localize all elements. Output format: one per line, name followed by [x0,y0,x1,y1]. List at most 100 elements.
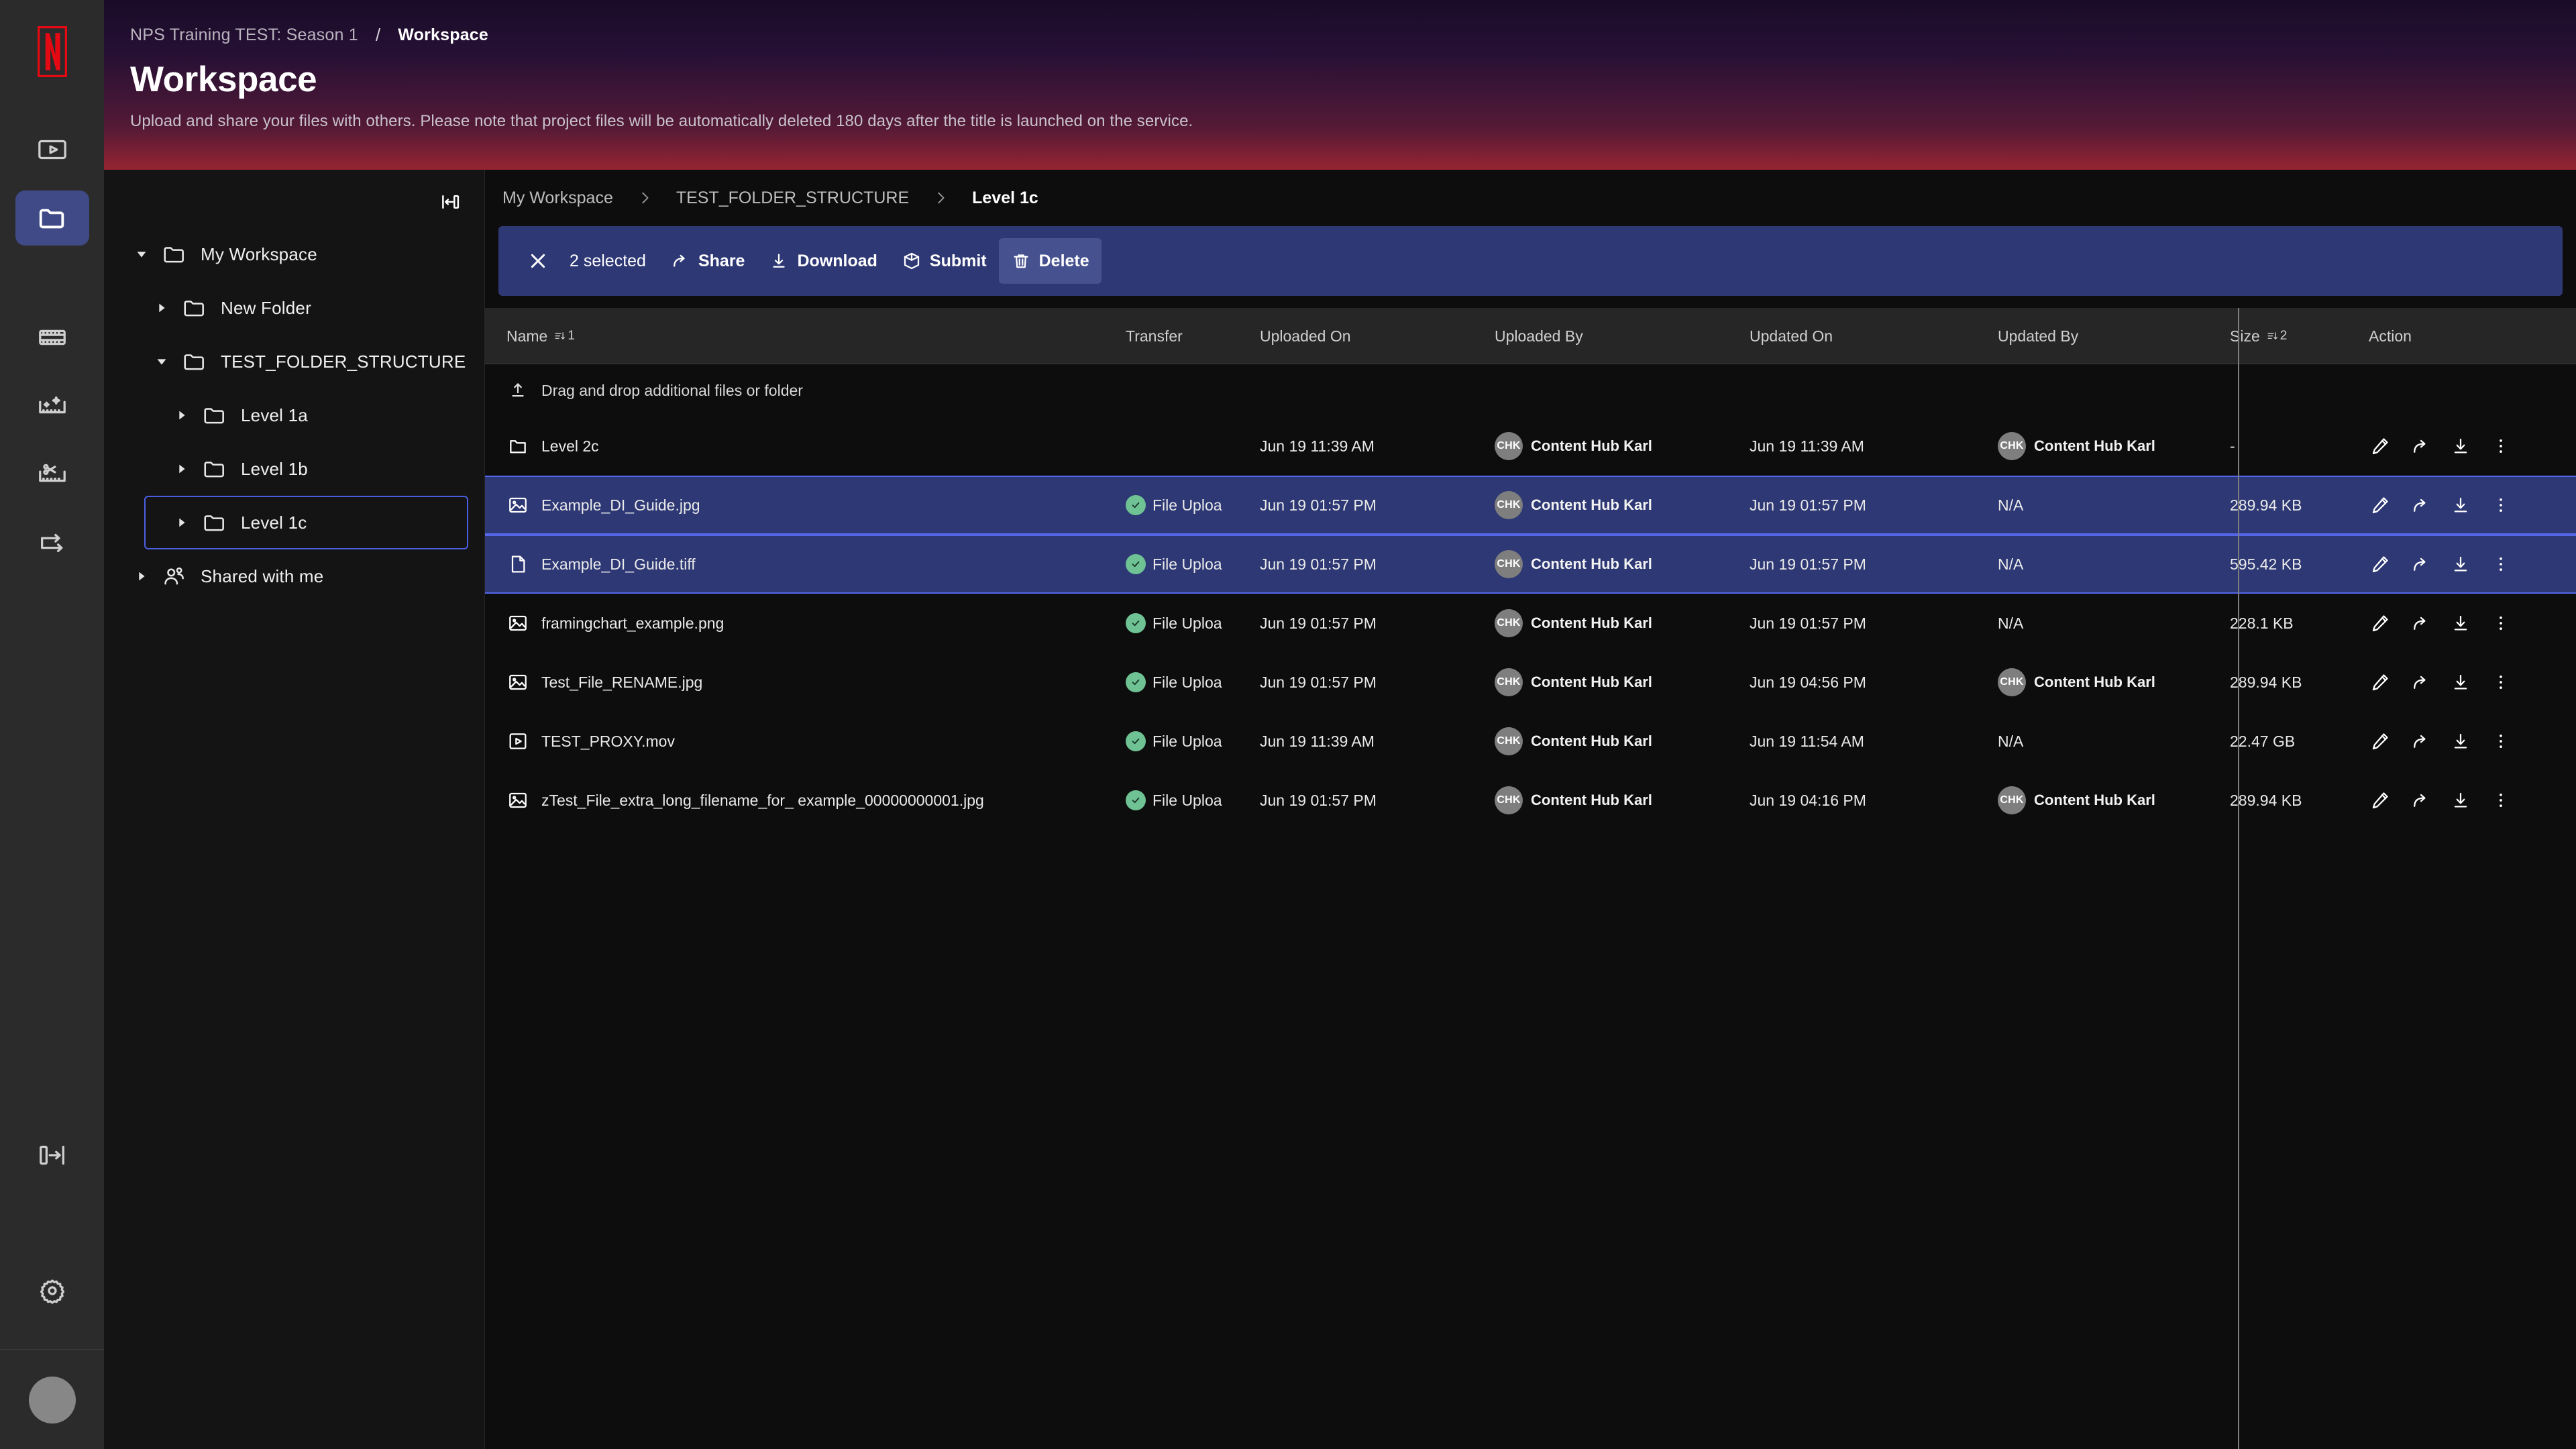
delete-button[interactable]: Delete [998,238,1102,284]
share-row-button[interactable] [2409,435,2432,458]
breadcrumb-item-my-workspace[interactable]: My Workspace [502,189,613,208]
file-name-cell[interactable]: Level 2c [485,435,1126,458]
check-circle-icon [1126,731,1146,751]
chevron-down-icon[interactable] [128,247,155,262]
rail-item-transfer[interactable] [15,515,89,570]
file-name-cell[interactable]: framingchart_example.png [485,612,1126,635]
file-name-cell[interactable]: Test_File_RENAME.jpg [485,671,1126,694]
chevron-right-icon[interactable] [168,408,195,423]
rail-item-film-strip[interactable] [15,310,89,365]
file-name-cell[interactable]: TEST_PROXY.mov [485,730,1126,753]
chevron-right-icon[interactable] [128,569,155,584]
column-header-transfer[interactable]: Transfer [1126,327,1260,345]
rail-item-film-effects[interactable] [15,378,89,433]
more-actions-button[interactable] [2489,494,2512,517]
column-header-uploaded-on[interactable]: Uploaded On [1260,327,1495,345]
tree-item-level-1b[interactable]: Level 1b [144,442,468,496]
share-row-button[interactable] [2409,494,2432,517]
more-actions-button[interactable] [2489,730,2512,753]
share-row-button[interactable] [2409,730,2432,753]
download-row-button[interactable] [2449,435,2472,458]
chevron-right-icon[interactable] [168,515,195,530]
download-row-button[interactable] [2449,612,2472,635]
column-header-uploaded-by[interactable]: Uploaded By [1495,327,1750,345]
edit-button[interactable] [2369,730,2392,753]
more-actions-button[interactable] [2489,553,2512,576]
column-header-updated-on[interactable]: Updated On [1750,327,1998,345]
file-name-cell[interactable]: Example_DI_Guide.tiff [485,553,1126,576]
edit-button[interactable] [2369,671,2392,694]
rail-item-workspace-folder[interactable] [15,191,89,246]
table-row[interactable]: TEST_PROXY.mov File Uploa Jun 19 11:39 AM C… [485,712,2576,771]
table-row[interactable]: zTest_File_extra_long_filename_for_ exam… [485,771,2576,830]
table-row[interactable]: framingchart_example.png File Uploa Jun 19… [485,594,2576,653]
uploaded-by-value: Content Hub Karl [1531,792,1652,808]
dropzone-row[interactable]: Drag and drop additional files or folder [485,364,2576,417]
size-cell: 289.94 KB [2230,791,2302,809]
share-row-button[interactable] [2409,671,2432,694]
rail-settings-button[interactable] [15,1263,89,1318]
file-name-cell[interactable]: zTest_File_extra_long_filename_for_ exam… [485,789,1126,812]
netflix-n-logo[interactable] [33,23,72,80]
download-row-button[interactable] [2449,730,2472,753]
more-actions-button[interactable] [2489,435,2512,458]
chevron-right-icon[interactable] [168,462,195,476]
edit-pencil-icon [2372,556,2388,573]
more-actions-button[interactable] [2489,789,2512,812]
tree-item-my-workspace[interactable]: My Workspace [104,227,468,281]
download-row-button[interactable] [2449,494,2472,517]
chevron-down-icon[interactable] [148,354,175,369]
column-header-name[interactable]: Name 1 [485,327,1126,345]
download-row-button[interactable] [2449,671,2472,694]
breadcrumb-item-test-folder-structure[interactable]: TEST_FOLDER_STRUCTURE [676,189,909,208]
collapse-panel-button[interactable] [432,186,468,218]
table-row[interactable]: Level 2c Jun 19 11:39 AM CHK Content Hub Ka… [485,417,2576,476]
tree-item-new-folder[interactable]: New Folder [124,281,468,335]
uploaded-by-value: Content Hub Karl [1531,555,1652,572]
table-row[interactable]: Example_DI_Guide.tiff File Uploa Jun 19 01… [485,535,2576,594]
sort-indicator-name[interactable]: 1 [554,329,575,343]
share-arrow-icon [2414,439,2426,453]
table-row[interactable]: Test_File_RENAME.jpg File Uploa Jun 19 01:… [485,653,2576,712]
size-cell: - [2230,437,2235,455]
more-actions-button[interactable] [2489,612,2512,635]
download-button[interactable]: Download [757,238,889,284]
edit-button[interactable] [2369,435,2392,458]
column-header-name-label: Name [506,327,548,345]
uploaded-by-value: Content Hub Karl [1531,437,1652,454]
column-header-size[interactable]: Size 2 [2212,327,2357,345]
chevron-right-icon[interactable] [148,301,175,315]
sort-indicator-size[interactable]: 2 [2267,329,2287,343]
tree-item-level-1a[interactable]: Level 1a [144,388,468,442]
edit-button[interactable] [2369,494,2392,517]
more-actions-button[interactable] [2489,671,2512,694]
size-cell: 22.47 GB [2230,732,2296,750]
uploaded-on-cell: Jun 19 01:57 PM [1260,673,1377,691]
user-avatar[interactable] [28,1377,76,1424]
share-row-button[interactable] [2409,612,2432,635]
share-row-button[interactable] [2409,553,2432,576]
transfer-status: File Uploa [1126,613,1222,633]
edit-button[interactable] [2369,553,2392,576]
clear-selection-button[interactable] [523,246,553,276]
tree-item-test-folder-structure[interactable]: TEST_FOLDER_STRUCTURE [124,335,468,388]
action-cell [2357,789,2576,812]
table-row[interactable]: Example_DI_Guide.jpg File Uploa Jun 19 01:… [485,476,2576,535]
breadcrumb-project[interactable]: NPS Training TEST: Season 1 [130,25,358,45]
rail-item-film-cut[interactable] [15,447,89,502]
rail-expand-panel-button[interactable] [15,1128,89,1183]
tree-item-shared-with-me[interactable]: Shared with me [104,549,468,603]
tree-item-label: Level 1c [241,512,307,533]
dropzone-cell[interactable]: Drag and drop additional files or folder [485,379,1126,402]
tree-item-level-1c[interactable]: Level 1c [144,496,468,549]
share-button[interactable]: Share [658,238,757,284]
share-row-button[interactable] [2409,789,2432,812]
file-name-cell[interactable]: Example_DI_Guide.jpg [485,494,1126,517]
download-row-button[interactable] [2449,789,2472,812]
download-row-button[interactable] [2449,553,2472,576]
column-header-updated-by[interactable]: Updated By [1998,327,2212,345]
edit-button[interactable] [2369,612,2392,635]
submit-button[interactable]: Submit [890,238,999,284]
rail-item-media-player[interactable] [15,122,89,177]
edit-button[interactable] [2369,789,2392,812]
